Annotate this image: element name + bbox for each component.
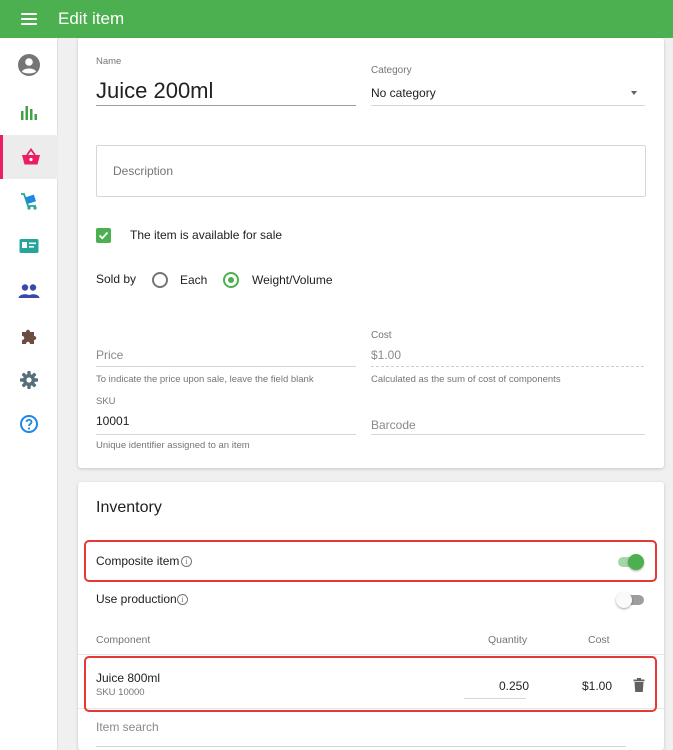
name-underline	[96, 105, 356, 106]
sold-by-each-radio[interactable]	[152, 272, 168, 288]
quantity-column-header: Quantity	[488, 634, 528, 646]
sidebar-item-reports[interactable]	[0, 90, 58, 134]
sidebar-item-employees[interactable]	[0, 224, 58, 268]
id-card-icon	[19, 239, 39, 253]
component-row-highlight	[84, 656, 657, 712]
production-toggle[interactable]	[616, 592, 632, 608]
sidebar-item-account[interactable]	[0, 43, 58, 87]
puzzle-icon	[22, 329, 37, 344]
composite-item-highlight	[84, 540, 657, 582]
category-select[interactable]: No category	[371, 86, 436, 100]
inventory-title: Inventory	[96, 499, 162, 516]
account-circle-icon	[18, 54, 40, 76]
cost-column-header: Cost	[588, 634, 610, 646]
barcode-input[interactable]: Barcode	[371, 418, 416, 432]
table-header-divider	[78, 654, 664, 655]
bar-chart-icon	[21, 106, 37, 120]
sidebar-item-settings[interactable]	[0, 358, 58, 402]
item-search-underline	[96, 746, 626, 747]
check-icon	[98, 231, 109, 240]
inventory-cart-icon	[21, 193, 37, 210]
sku-hint: Unique identifier assigned to an item	[96, 440, 250, 451]
category-label: Category	[371, 65, 412, 76]
description-placeholder: Description	[113, 164, 174, 178]
sold-by-label: Sold by	[96, 272, 137, 286]
sidebar-item-items[interactable]	[0, 135, 58, 179]
available-label: The item is available for sale	[130, 228, 283, 242]
item-search-input[interactable]: Item search	[96, 720, 159, 734]
top-app-bar: Edit item	[0, 0, 673, 38]
price-underline	[96, 366, 356, 367]
sidebar-item-help[interactable]	[0, 402, 58, 446]
sku-label: SKU	[96, 396, 116, 407]
basket-icon	[21, 148, 40, 165]
cost-label: Cost	[371, 330, 392, 341]
item-details-card: Name Juice 200ml Category No category De…	[78, 38, 664, 468]
page-title: Edit item	[58, 9, 125, 28]
sold-by-weight-label: Weight/Volume	[252, 273, 333, 287]
cost-value: $1.00	[371, 348, 402, 362]
sidebar-item-inventory[interactable]	[0, 179, 58, 223]
description-field[interactable]: Description	[96, 145, 646, 197]
sidebar	[0, 38, 58, 750]
sku-input[interactable]: 10001	[96, 414, 129, 428]
menu-icon[interactable]	[0, 0, 58, 38]
sold-by-each-label: Each	[180, 273, 208, 287]
name-input[interactable]: Juice 200ml	[96, 78, 213, 104]
gear-icon	[20, 371, 38, 389]
sidebar-item-customers[interactable]	[0, 269, 58, 313]
sidebar-item-integrations[interactable]	[0, 314, 58, 358]
component-column-header: Component	[96, 634, 151, 646]
use-production-label: Use production	[96, 592, 177, 606]
price-input[interactable]: Price	[96, 348, 123, 362]
sold-by-weight-radio[interactable]	[223, 272, 239, 288]
category-underline	[371, 105, 645, 106]
chevron-down-icon[interactable]	[631, 91, 637, 95]
name-label: Name	[96, 56, 122, 67]
available-checkbox[interactable]	[96, 228, 111, 243]
price-hint: To indicate the price upon sale, leave t…	[96, 374, 314, 385]
production-info-icon[interactable]: i	[177, 594, 188, 605]
cost-underline	[371, 366, 645, 367]
people-icon	[18, 284, 40, 298]
sku-underline	[96, 434, 356, 435]
help-icon	[20, 415, 38, 433]
cost-hint: Calculated as the sum of cost of compone…	[371, 374, 561, 385]
barcode-underline	[371, 434, 645, 435]
